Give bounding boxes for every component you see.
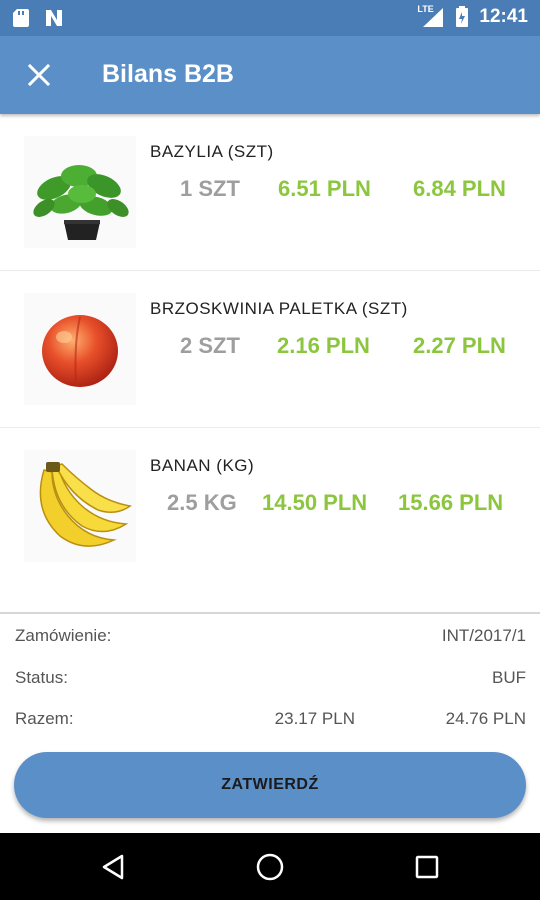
product-quantity: 2 SZT bbox=[180, 333, 240, 358]
product-quantity: 2.5 KG bbox=[167, 490, 237, 515]
home-button[interactable] bbox=[254, 851, 286, 883]
product-name: BAZYLIA (SZT) bbox=[150, 142, 274, 161]
order-label: Zamówienie: bbox=[15, 626, 112, 645]
product-name: BANAN (KG) bbox=[150, 456, 255, 475]
product-price-net: 14.50 PLN bbox=[262, 490, 368, 515]
basil-icon bbox=[33, 165, 129, 240]
status-label: Status: bbox=[15, 668, 68, 687]
product-name: BRZOSKWINIA PALETKA (SZT) bbox=[150, 299, 408, 318]
recents-button[interactable] bbox=[411, 851, 443, 883]
close-button[interactable] bbox=[22, 58, 56, 92]
product-quantity: 1 SZT bbox=[180, 176, 240, 201]
product-price-gross: 6.84 PLN bbox=[413, 176, 506, 201]
product-image bbox=[24, 293, 136, 405]
app-bar: Bilans B2B bbox=[0, 36, 540, 114]
status-bar-system: LTE 12:41 bbox=[417, 4, 528, 28]
n-notification-icon bbox=[46, 10, 62, 26]
order-value: INT/2017/1 bbox=[441, 626, 526, 645]
close-icon bbox=[28, 64, 50, 86]
product-price-gross: 2.27 PLN bbox=[413, 333, 506, 358]
product-list: BAZYLIA (SZT) 1 SZT 6.51 PLN 6.84 PLN BR… bbox=[0, 114, 540, 585]
list-item[interactable]: BAZYLIA (SZT) 1 SZT 6.51 PLN 6.84 PLN bbox=[0, 114, 540, 271]
product-image bbox=[24, 450, 136, 562]
total-gross: 24.76 PLN bbox=[445, 709, 526, 728]
total-label: Razem: bbox=[15, 709, 74, 728]
banana-icon bbox=[39, 462, 132, 547]
sd-card-icon bbox=[13, 9, 29, 27]
status-bar-time: 12:41 bbox=[479, 6, 528, 27]
back-button[interactable] bbox=[97, 851, 129, 883]
battery-icon bbox=[456, 6, 469, 27]
product-price-gross: 15.66 PLN bbox=[398, 490, 504, 515]
page-title: Bilans B2B bbox=[102, 60, 234, 88]
list-item[interactable]: BRZOSKWINIA PALETKA (SZT) 2 SZT 2.16 PLN… bbox=[0, 271, 540, 428]
navigation-bar bbox=[0, 833, 540, 900]
confirm-button[interactable]: ZATWIERDŹ bbox=[14, 752, 526, 818]
product-image bbox=[24, 136, 136, 248]
status-value: BUF bbox=[492, 668, 526, 687]
recents-square-icon bbox=[415, 855, 439, 879]
product-price-net: 6.51 PLN bbox=[278, 176, 371, 201]
status-bar-notifications bbox=[12, 8, 64, 28]
peach-icon bbox=[42, 315, 118, 387]
lte-signal-icon: LTE bbox=[417, 4, 445, 28]
summary-divider bbox=[0, 612, 540, 614]
status-bar: LTE 12:41 bbox=[0, 0, 540, 36]
home-circle-icon bbox=[256, 853, 284, 881]
total-net: 23.17 PLN bbox=[274, 709, 355, 728]
list-item[interactable]: BANAN (KG) 2.5 KG 14.50 PLN 15.66 PLN bbox=[0, 428, 540, 585]
back-triangle-icon bbox=[102, 854, 124, 880]
product-price-net: 2.16 PLN bbox=[277, 333, 370, 358]
